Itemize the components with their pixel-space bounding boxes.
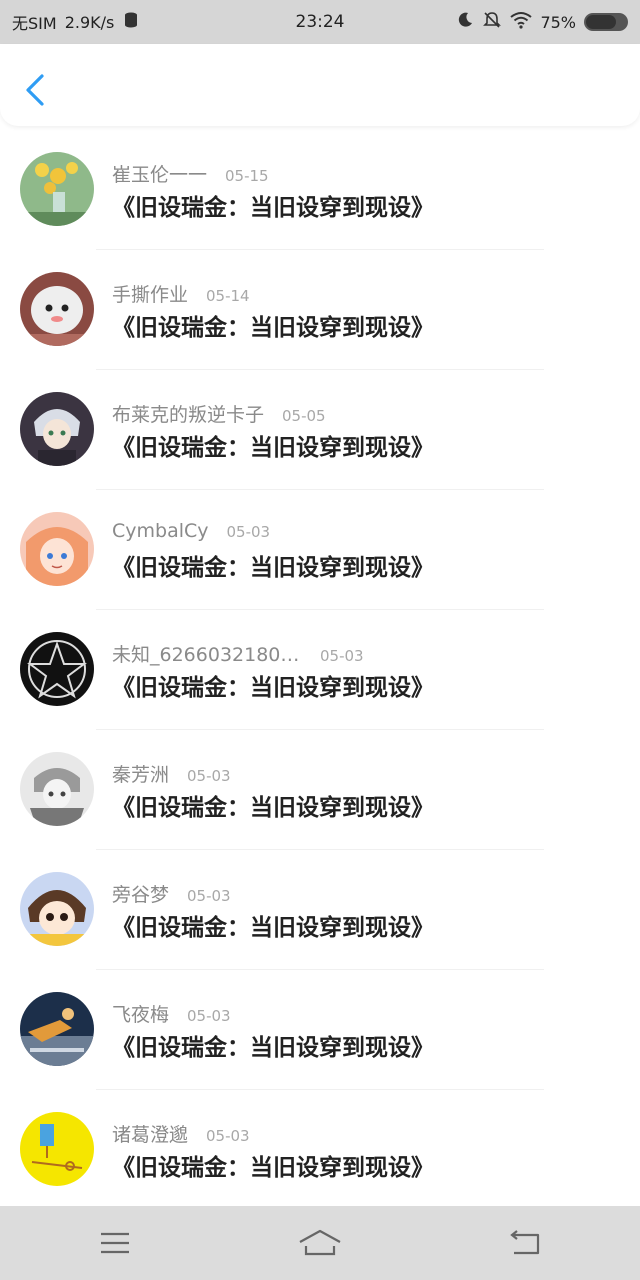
list-item[interactable]: 飞夜梅 05-03 《旧设瑞金：当旧设穿到现设》 <box>0 970 640 1090</box>
menu-button[interactable] <box>90 1221 140 1265</box>
list-item[interactable]: 秦芳洲 05-03 《旧设瑞金：当旧设穿到现设》 <box>0 730 640 850</box>
data-saver-icon <box>122 11 140 33</box>
status-right: 75% <box>456 11 628 33</box>
network-speed: 2.9K/s <box>64 12 115 32</box>
mute-icon <box>482 11 502 33</box>
author-name[interactable]: 手撕作业 <box>112 280 188 307</box>
system-nav-bar <box>0 1206 640 1280</box>
avatar[interactable] <box>20 152 94 226</box>
author-name[interactable]: 秦芳洲 <box>112 760 169 787</box>
post-date: 05-03 <box>187 767 231 785</box>
avatar[interactable] <box>20 752 94 826</box>
author-name[interactable]: 旁谷梦 <box>112 880 169 907</box>
status-bar: 无SIM 2.9K/s 23:24 75% <box>0 0 640 44</box>
meta-line: CymbalCy 05-03 <box>112 520 270 542</box>
post-date: 05-03 <box>226 523 271 541</box>
post-date: 05-03 <box>187 887 231 905</box>
author-name[interactable]: 飞夜梅 <box>112 1000 169 1027</box>
home-button[interactable] <box>295 1221 345 1265</box>
back-button[interactable] <box>22 72 48 108</box>
item-title: 《旧设瑞金：当旧设穿到现设》 <box>112 795 434 821</box>
meta-line: 布莱克的叛逆卡子 05-05 <box>112 400 326 427</box>
post-date: 05-03 <box>187 1007 231 1025</box>
comment-list: 崔玉伦一一 05-15 《旧设瑞金：当旧设穿到现设》 手撕作业 05-14 《旧… <box>0 130 640 1210</box>
avatar[interactable] <box>20 992 94 1066</box>
post-date: 05-14 <box>206 287 250 305</box>
status-left: 无SIM 2.9K/s <box>12 10 252 34</box>
item-title: 《旧设瑞金：当旧设穿到现设》 <box>112 1035 434 1061</box>
back-icon <box>510 1230 540 1255</box>
header-bar <box>0 44 640 126</box>
item-title: 《旧设瑞金：当旧设穿到现设》 <box>112 315 434 341</box>
author-name[interactable]: 布莱克的叛逆卡子 <box>112 400 264 427</box>
meta-line: 秦芳洲 05-03 <box>112 760 231 787</box>
avatar[interactable] <box>20 272 94 346</box>
list-item[interactable]: 诸葛澄邈 05-03 《旧设瑞金：当旧设穿到现设》 <box>0 1090 640 1210</box>
post-date: 05-03 <box>206 1127 250 1145</box>
meta-line: 未知_62660321803... 05-03 <box>112 640 364 667</box>
item-title: 《旧设瑞金：当旧设穿到现设》 <box>112 915 434 941</box>
list-item[interactable]: 手撕作业 05-14 《旧设瑞金：当旧设穿到现设》 <box>0 250 640 370</box>
avatar[interactable] <box>20 1112 94 1186</box>
avatar[interactable] <box>20 392 94 466</box>
home-icon <box>299 1229 341 1256</box>
carrier-text: 无SIM <box>12 14 57 33</box>
avatar[interactable] <box>20 872 94 946</box>
post-date: 05-05 <box>282 407 326 425</box>
moon-icon <box>456 11 474 33</box>
wifi-icon <box>510 11 533 33</box>
author-name[interactable]: 未知_62660321803... <box>112 640 302 667</box>
item-title: 《旧设瑞金：当旧设穿到现设》 <box>112 675 434 701</box>
meta-line: 崔玉伦一一 05-15 <box>112 160 269 187</box>
list-item[interactable]: 布莱克的叛逆卡子 05-05 《旧设瑞金：当旧设穿到现设》 <box>0 370 640 490</box>
back-nav-button[interactable] <box>500 1221 550 1265</box>
post-date: 05-03 <box>320 647 364 665</box>
item-title: 《旧设瑞金：当旧设穿到现设》 <box>112 435 434 461</box>
item-title: 《旧设瑞金：当旧设穿到现设》 <box>112 195 434 221</box>
meta-line: 飞夜梅 05-03 <box>112 1000 231 1027</box>
battery-icon <box>584 13 628 31</box>
item-title: 《旧设瑞金：当旧设穿到现设》 <box>112 555 434 581</box>
meta-line: 诸葛澄邈 05-03 <box>112 1120 250 1147</box>
battery-level: 75% <box>540 12 576 32</box>
menu-icon <box>101 1232 129 1254</box>
meta-line: 旁谷梦 05-03 <box>112 880 231 907</box>
chevron-left-icon <box>26 74 44 106</box>
list-item[interactable]: 崔玉伦一一 05-15 《旧设瑞金：当旧设穿到现设》 <box>0 130 640 250</box>
author-name[interactable]: CymbalCy <box>112 520 209 542</box>
avatar[interactable] <box>20 632 94 706</box>
avatar[interactable] <box>20 512 94 586</box>
item-title: 《旧设瑞金：当旧设穿到现设》 <box>112 1155 434 1181</box>
list-item[interactable]: 旁谷梦 05-03 《旧设瑞金：当旧设穿到现设》 <box>0 850 640 970</box>
post-date: 05-15 <box>225 167 269 185</box>
battery-fill <box>586 15 616 29</box>
meta-line: 手撕作业 05-14 <box>112 280 250 307</box>
list-item[interactable]: 未知_62660321803... 05-03 《旧设瑞金：当旧设穿到现设》 <box>0 610 640 730</box>
author-name[interactable]: 崔玉伦一一 <box>112 160 207 187</box>
list-item[interactable]: CymbalCy 05-03 《旧设瑞金：当旧设穿到现设》 <box>0 490 640 610</box>
author-name[interactable]: 诸葛澄邈 <box>112 1120 188 1147</box>
